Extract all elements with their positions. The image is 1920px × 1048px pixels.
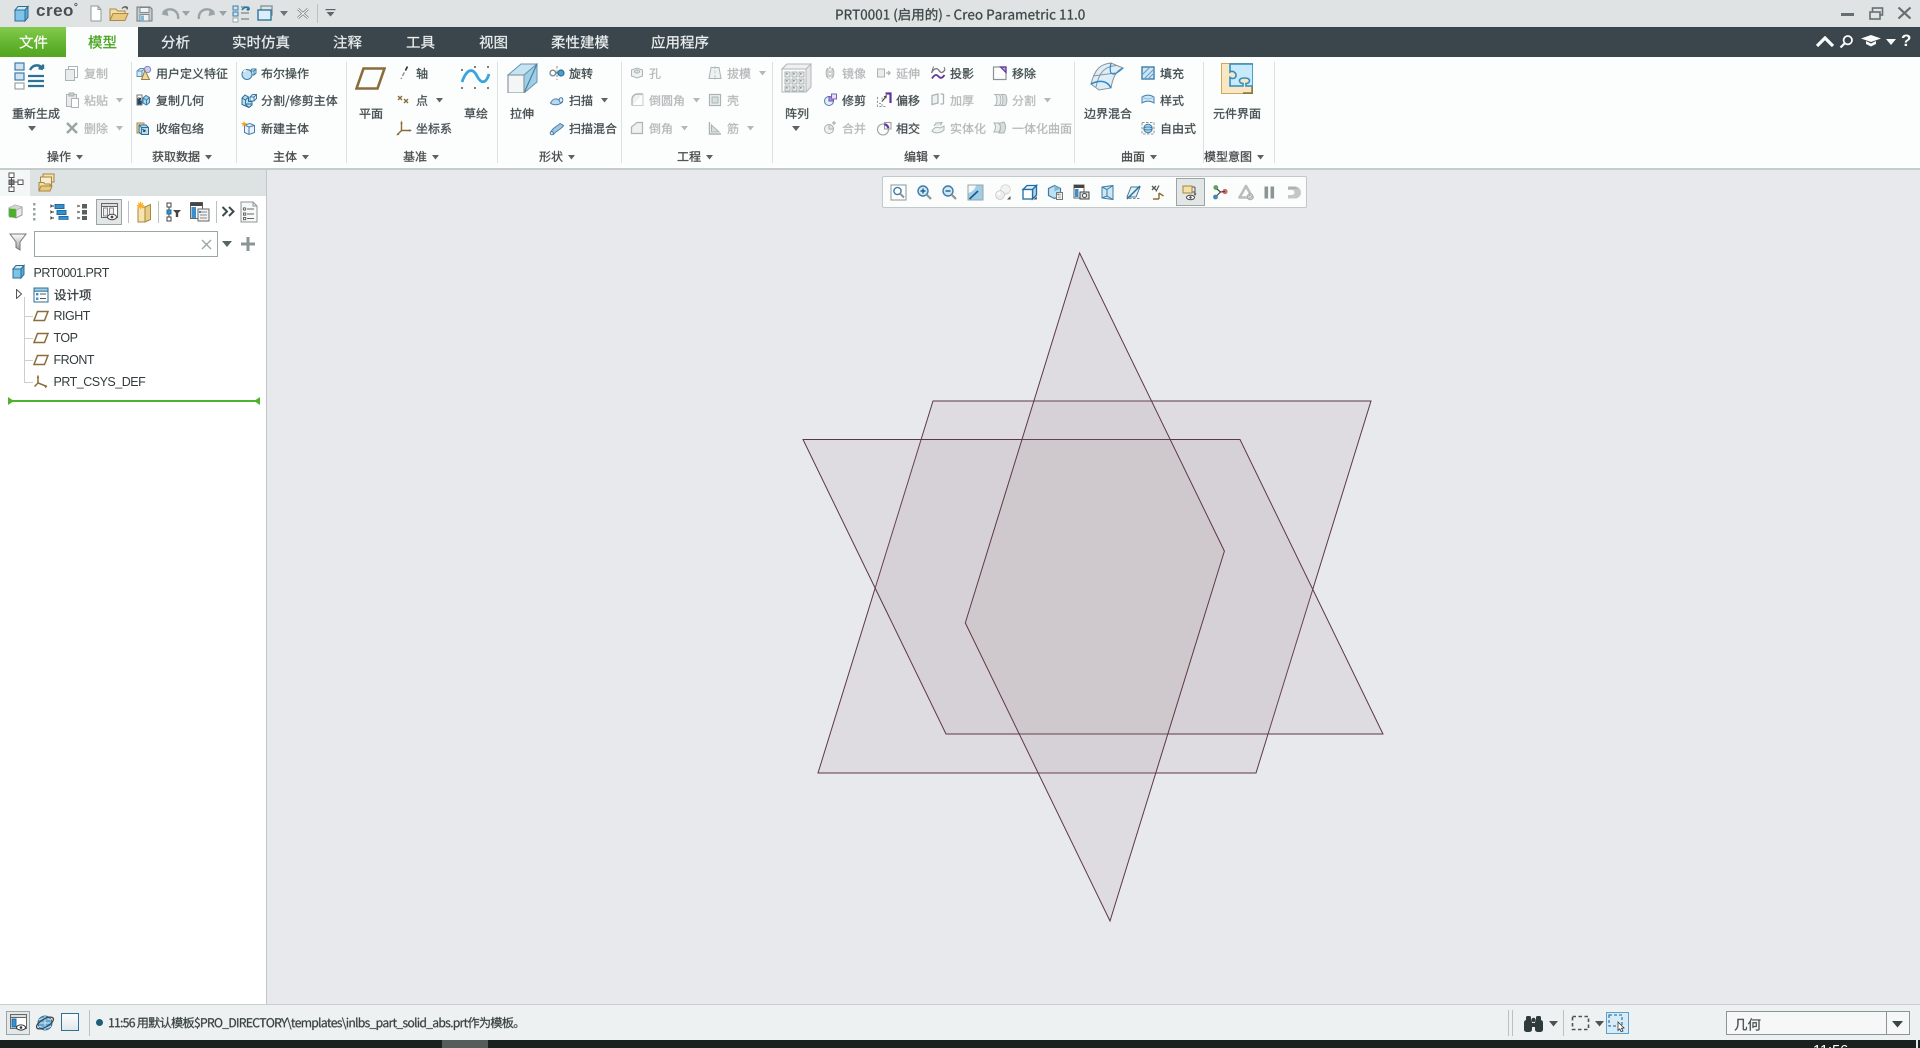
svg-text:11:56: 11:56 <box>1813 1043 1848 1048</box>
